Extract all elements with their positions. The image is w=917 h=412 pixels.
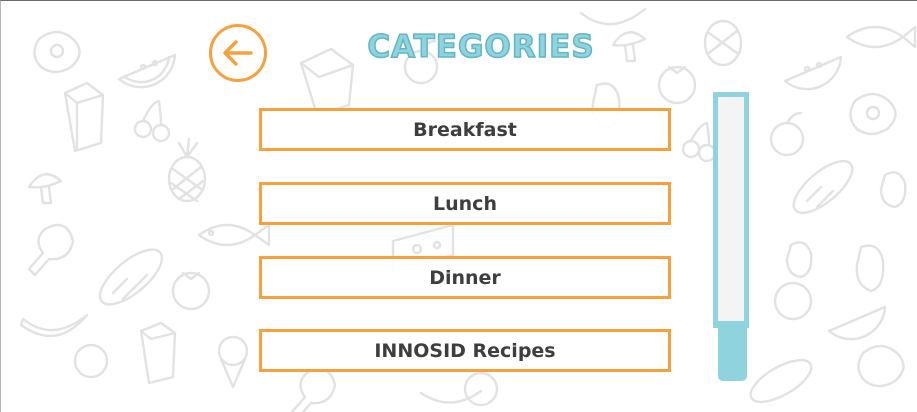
cherry-icon <box>681 121 717 163</box>
milk-carton-icon <box>63 81 105 153</box>
fish-icon <box>845 25 917 49</box>
tomato-icon <box>773 281 813 321</box>
category-label: Dinner <box>429 266 501 289</box>
arrow-left-icon <box>223 40 253 66</box>
baguette-icon <box>792 159 854 215</box>
categories-screen: CATEGORIES Breakfast Lunch Dinner INNOSI… <box>0 0 917 412</box>
watermelon-icon <box>783 55 843 91</box>
category-button-innosid-recipes[interactable]: INNOSID Recipes <box>259 329 671 372</box>
eggplant-icon <box>855 244 885 293</box>
category-label: INNOSID Recipes <box>374 339 556 362</box>
scrollbar-track[interactable] <box>713 92 749 328</box>
tomato-icon <box>73 343 109 379</box>
watermelon-icon <box>117 53 177 89</box>
mushroom-icon <box>27 173 63 205</box>
category-button-dinner[interactable]: Dinner <box>259 256 671 299</box>
baguette-icon <box>749 358 813 404</box>
drumstick-icon <box>27 223 75 277</box>
drumstick-icon <box>290 367 337 412</box>
milk-carton-icon <box>139 321 177 385</box>
back-button[interactable] <box>209 24 267 82</box>
pineapple-icon <box>167 137 207 203</box>
tomato-icon <box>657 65 697 105</box>
apple-icon <box>769 111 805 157</box>
ice-cream-icon <box>217 335 249 389</box>
tomato-icon <box>171 271 211 311</box>
steak-icon <box>849 92 897 136</box>
watermelon-icon <box>827 305 887 341</box>
scrollbar-thumb[interactable] <box>718 321 747 381</box>
steak-icon <box>33 30 81 74</box>
category-label: Breakfast <box>413 118 517 141</box>
category-label: Lunch <box>433 192 497 215</box>
cherry-icon <box>133 99 171 143</box>
page-title: CATEGORIES <box>367 28 595 66</box>
pepper-icon <box>785 241 813 279</box>
category-button-breakfast[interactable]: Breakfast <box>259 108 671 151</box>
category-button-lunch[interactable]: Lunch <box>259 182 671 225</box>
banana-icon <box>19 313 89 338</box>
banana-icon <box>579 7 647 26</box>
steak-icon <box>857 344 905 388</box>
baguette-icon <box>98 248 164 306</box>
pineapple-icon <box>703 19 743 67</box>
pepper-icon <box>879 171 907 209</box>
fish-icon <box>197 223 271 247</box>
apple-icon <box>463 371 499 407</box>
